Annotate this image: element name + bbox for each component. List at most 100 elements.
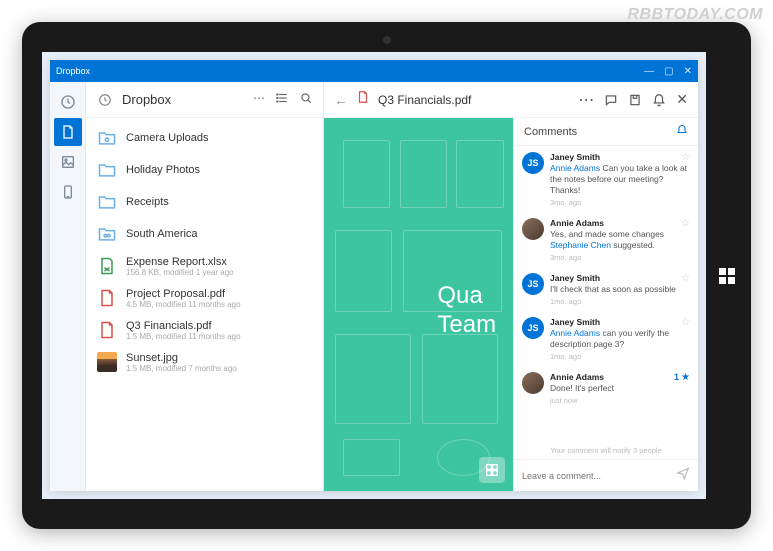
comment-body: Annie AdamsDone! It's perfectjust now xyxy=(550,372,690,406)
file-item[interactable]: Expense Report.xlsx 156.8 KB, modified 1… xyxy=(86,250,323,282)
file-name: Receipts xyxy=(126,196,313,208)
nav-offline[interactable] xyxy=(54,178,82,206)
file-item[interactable]: Project Proposal.pdf 4.5 MB, modified 11… xyxy=(86,282,323,314)
file-pane-title: Dropbox xyxy=(122,92,253,107)
window-controls: — ▢ ✕ xyxy=(644,66,692,77)
avatar-initials: JS xyxy=(522,273,544,295)
folder-shared-icon xyxy=(96,223,118,245)
window-maximize-button[interactable]: ▢ xyxy=(664,66,673,77)
pdf-icon xyxy=(96,319,118,341)
comment-text: Done! It's perfect xyxy=(550,383,614,393)
preview-title: Q3 Financials.pdf xyxy=(378,93,570,107)
close-preview-icon[interactable]: ✕ xyxy=(676,91,688,108)
comment-item: JSJaney SmithAnnie Adams Can you take a … xyxy=(522,152,690,208)
image-icon xyxy=(96,351,118,373)
file-pane: Dropbox ⋯ Camera Uploads Holiday Photos … xyxy=(86,82,324,491)
send-comment-icon[interactable] xyxy=(676,466,690,485)
file-name: Holiday Photos xyxy=(126,164,313,176)
comment-time: 3mo. ago xyxy=(550,253,690,263)
file-name: Camera Uploads xyxy=(126,132,313,144)
xlsx-icon xyxy=(96,255,118,277)
file-info: Holiday Photos xyxy=(126,164,313,176)
comment-body: Janey SmithAnnie Adams can you verify th… xyxy=(550,317,690,362)
comments-panel: Comments JSJaney SmithAnnie Adams Can yo… xyxy=(513,118,698,491)
avatar-photo xyxy=(522,372,544,394)
comment-text: suggested. xyxy=(611,240,655,250)
list-view-icon[interactable] xyxy=(275,91,289,108)
star-icon[interactable]: ☆ xyxy=(681,317,690,328)
grid-view-badge[interactable] xyxy=(479,457,505,483)
more-icon[interactable]: ⋯ xyxy=(253,91,265,108)
comment-time: 1mo. ago xyxy=(550,297,690,307)
comment-body: Annie AdamsYes, and made some changes St… xyxy=(550,218,690,263)
comment-body: Janey SmithI'll check that as soon as po… xyxy=(550,273,690,307)
file-item[interactable]: Sunset.jpg 1.5 MB, modified 7 months ago xyxy=(86,346,323,378)
file-meta: 1.5 MB, modified 7 months ago xyxy=(126,364,313,373)
comment-item: Annie AdamsYes, and made some changes St… xyxy=(522,218,690,263)
comments-list: JSJaney SmithAnnie Adams Can you take a … xyxy=(514,146,698,442)
comment-mention[interactable]: Annie Adams xyxy=(550,163,600,173)
nav-files[interactable] xyxy=(54,118,82,146)
comment-author: Annie Adams xyxy=(550,218,604,228)
back-button[interactable] xyxy=(96,91,114,109)
save-icon[interactable] xyxy=(628,93,642,107)
file-name: South America xyxy=(126,228,313,240)
star-icon[interactable]: ☆ xyxy=(681,152,690,163)
avatar-initials: JS xyxy=(522,317,544,339)
window-titlebar: Dropbox — ▢ ✕ xyxy=(50,60,698,82)
preview-actions: ⋯ ✕ xyxy=(578,90,688,110)
file-item[interactable]: South America xyxy=(86,218,323,250)
pdf-icon xyxy=(356,89,370,110)
comment-mention[interactable]: Annie Adams xyxy=(550,328,600,338)
comment-mention[interactable]: Stephanie Chen xyxy=(550,240,611,250)
windows-hardware-button[interactable] xyxy=(717,266,737,286)
file-info: Receipts xyxy=(126,196,313,208)
preview-body: Qua Team Comments xyxy=(324,118,698,491)
comment-author: Annie Adams xyxy=(550,372,604,382)
comments-icon[interactable] xyxy=(604,93,618,107)
doc-overlay-text: Qua Team xyxy=(437,282,496,340)
nav-photos[interactable] xyxy=(54,148,82,176)
file-meta: 1.5 MB, modified 11 months ago xyxy=(126,332,313,341)
preview-pane: ← Q3 Financials.pdf ⋯ ✕ xyxy=(324,82,698,491)
file-name: Project Proposal.pdf xyxy=(126,288,313,300)
watermark-text: RBBTODAY.COM xyxy=(628,6,764,24)
window-minimize-button[interactable]: — xyxy=(644,66,654,77)
file-meta: 4.5 MB, modified 11 months ago xyxy=(126,300,313,309)
document-preview[interactable]: Qua Team xyxy=(324,118,513,491)
comment-author: Janey Smith xyxy=(550,152,600,162)
file-meta: 156.8 KB, modified 1 year ago xyxy=(126,268,313,277)
preview-back-button[interactable]: ← xyxy=(334,92,348,108)
file-info: Q3 Financials.pdf 1.5 MB, modified 11 mo… xyxy=(126,320,313,341)
doc-overlay-line1: Qua xyxy=(437,282,496,311)
folder-icon xyxy=(96,191,118,213)
app-body: Dropbox ⋯ Camera Uploads Holiday Photos … xyxy=(50,82,698,491)
comments-header-label: Comments xyxy=(524,126,577,138)
file-info: Camera Uploads xyxy=(126,132,313,144)
comment-input[interactable] xyxy=(522,471,676,481)
nav-rail xyxy=(50,82,86,491)
file-item[interactable]: Receipts xyxy=(86,186,323,218)
search-icon[interactable] xyxy=(299,91,313,108)
preview-more-icon[interactable]: ⋯ xyxy=(578,90,594,110)
star-icon[interactable]: ☆ xyxy=(681,273,690,284)
file-item[interactable]: Q3 Financials.pdf 1.5 MB, modified 11 mo… xyxy=(86,314,323,346)
file-pane-header: Dropbox ⋯ xyxy=(86,82,323,118)
comment-item: Annie AdamsDone! It's perfectjust now1★ xyxy=(522,372,690,406)
avatar-initials: JS xyxy=(522,152,544,174)
file-item[interactable]: Holiday Photos xyxy=(86,154,323,186)
file-header-actions: ⋯ xyxy=(253,91,313,108)
comment-item: JS Janey SmithI'll check that as soon as … xyxy=(522,273,690,307)
subscribe-bell-icon[interactable] xyxy=(676,124,688,139)
star-icon[interactable]: ☆ xyxy=(681,218,690,229)
window-title: Dropbox xyxy=(56,66,644,76)
comment-input-row xyxy=(514,459,698,491)
tablet-screen: Dropbox — ▢ ✕ xyxy=(42,52,706,499)
file-item[interactable]: Camera Uploads xyxy=(86,122,323,154)
window-close-button[interactable]: ✕ xyxy=(684,66,692,77)
star-icon[interactable]: 1★ xyxy=(674,372,690,383)
notification-icon[interactable] xyxy=(652,93,666,107)
pdf-icon xyxy=(96,287,118,309)
tablet-frame: Dropbox — ▢ ✕ xyxy=(22,22,751,529)
nav-recent[interactable] xyxy=(54,88,82,116)
